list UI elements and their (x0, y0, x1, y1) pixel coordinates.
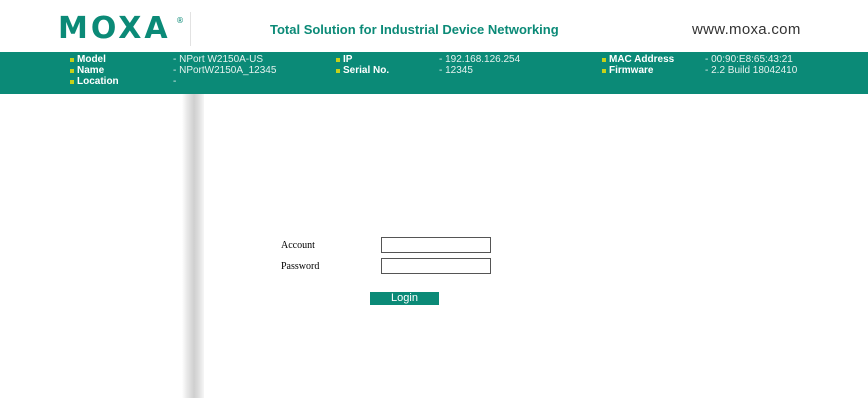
account-label: Account (281, 240, 315, 251)
header-bar: MOXA ® Total Solution for Industrial Dev… (0, 0, 868, 46)
model-label: Model (77, 54, 106, 65)
password-label: Password (281, 261, 320, 272)
header-tagline: Total Solution for Industrial Device Net… (270, 22, 559, 37)
password-input[interactable] (381, 258, 491, 274)
registered-mark: ® (176, 16, 184, 25)
header-divider (190, 12, 191, 46)
device-info-bar: Model - NPort W2150A-US Name - NPortW215… (0, 52, 868, 94)
bullet-icon (602, 69, 606, 73)
bullet-icon (336, 69, 340, 73)
name-value: - NPortW2150A_12345 (173, 65, 277, 76)
serial-label: Serial No. (343, 65, 390, 76)
left-nav-panel (0, 94, 204, 398)
bullet-icon (70, 69, 74, 73)
location-value: - (173, 76, 177, 87)
mac-value: - 00:90:E8:65:43:21 (705, 54, 793, 65)
bullet-icon (336, 58, 340, 62)
model-value: - NPort W2150A-US (173, 54, 264, 65)
name-label: Name (77, 65, 105, 76)
firmware-value: - 2.2 Build 18042410 (705, 65, 798, 76)
firmware-label: Firmware (609, 65, 654, 76)
mac-label: MAC Address (609, 54, 675, 65)
ip-label: IP (343, 54, 353, 65)
ip-value: - 192.168.126.254 (439, 54, 521, 65)
login-button[interactable]: Login (370, 292, 439, 305)
account-input[interactable] (381, 237, 491, 253)
location-label: Location (77, 76, 119, 87)
bullet-icon (70, 58, 74, 62)
bullet-icon (602, 58, 606, 62)
website-text: www.moxa.com (692, 21, 801, 38)
bullet-icon (70, 80, 74, 84)
serial-value: - 12345 (439, 65, 473, 76)
moxa-logo: MOXA (58, 11, 171, 46)
